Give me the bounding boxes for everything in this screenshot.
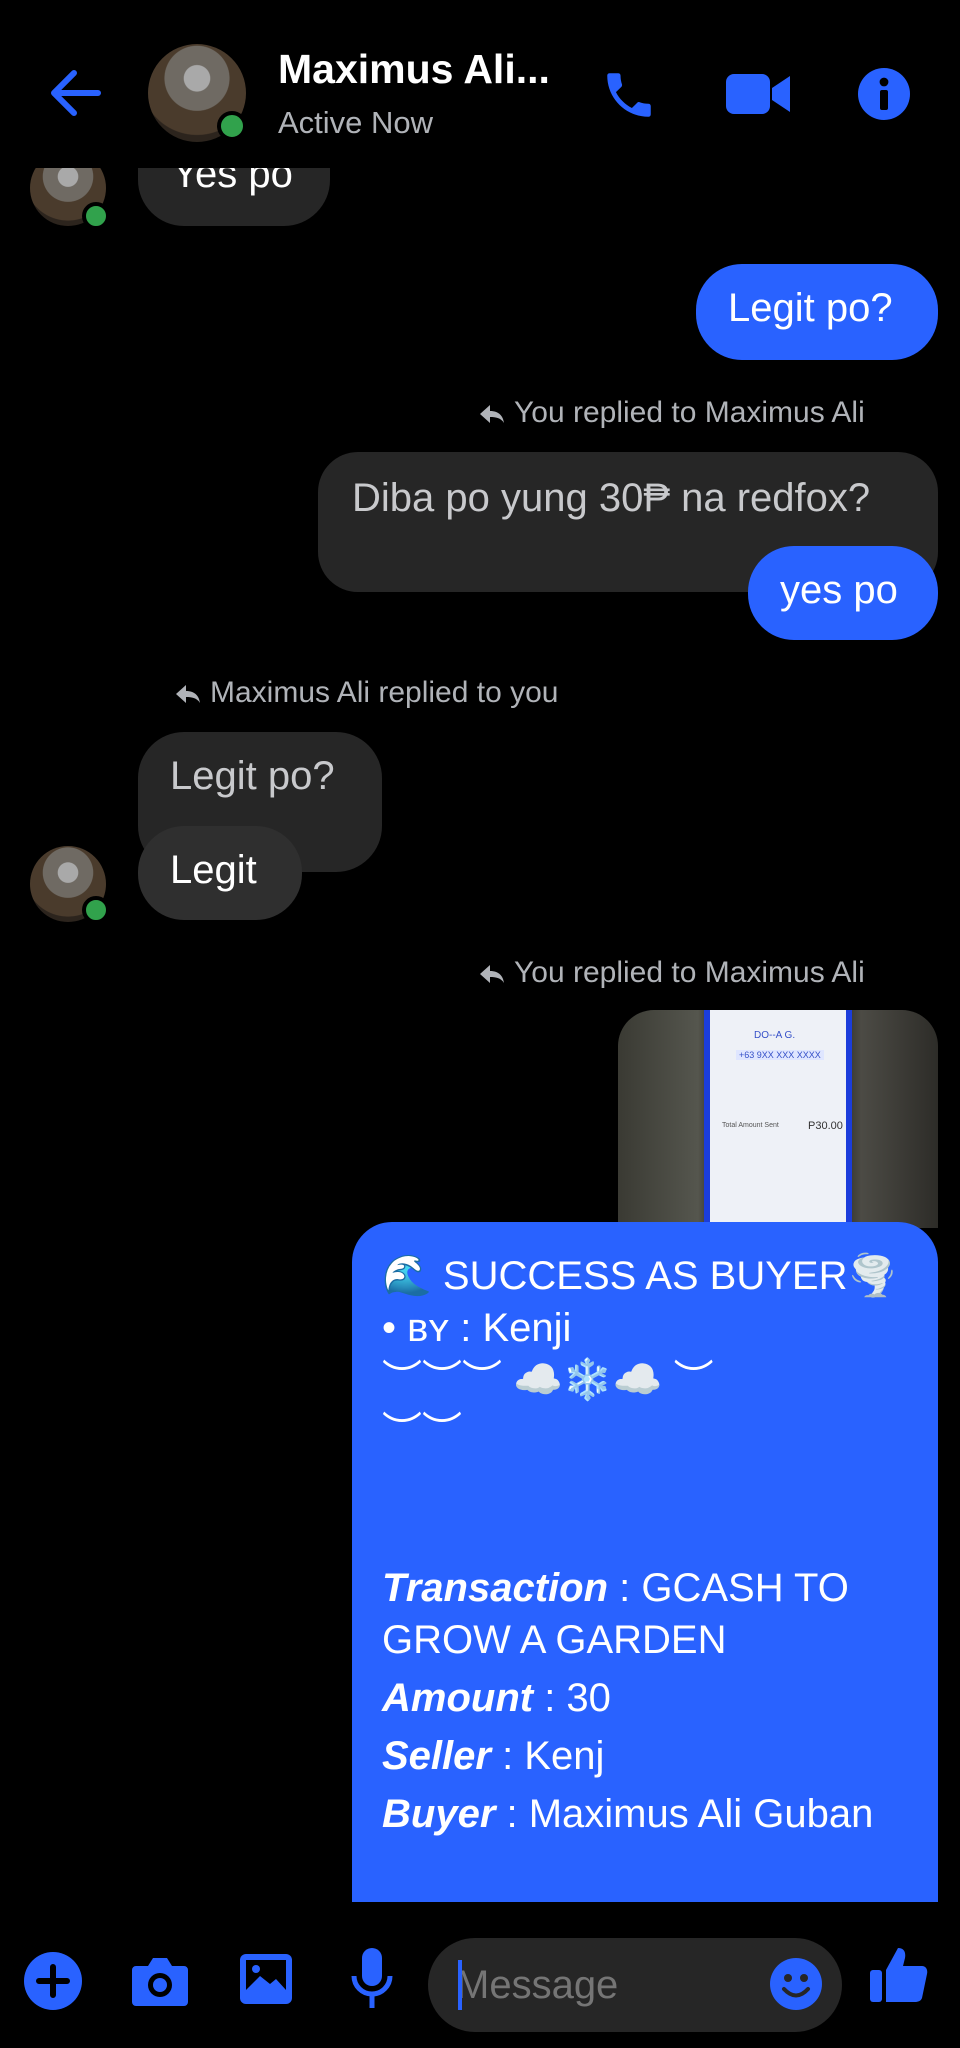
seller-value: : Kenj [490,1734,605,1778]
quoted-photo[interactable]: DO--A G. +63 9XX XXX XXXX Total Amount S… [618,1010,938,1228]
gallery-icon[interactable] [238,1952,294,2006]
card-decoration: ︶︶ [382,1410,462,1454]
plus-icon[interactable] [22,1950,84,2012]
card-by-prefix: • ʙʏ : [382,1306,483,1350]
online-indicator [82,202,110,230]
receipt-amount: P30.00 [808,1120,843,1132]
reply-arrow-icon [176,685,200,704]
receipt-name: DO--A G. [754,1030,796,1041]
receipt-number: +63 9XX XXX XXXX [736,1050,824,1060]
phone-call-icon[interactable] [600,66,658,124]
card-by-line: • ʙʏ : Kenji [382,1302,908,1354]
video-call-icon[interactable] [724,66,792,122]
reply-indicator: You replied to Maximus Ali [478,956,865,990]
amount-label: Amount [382,1676,534,1720]
transaction-label: Transaction [382,1566,608,1610]
buyer-value: : Maximus Ali Guban [495,1792,874,1836]
receipt-amount-label: Total Amount Sent [722,1122,779,1129]
contact-name[interactable]: Maximus Ali... [278,46,550,93]
card-seller: Seller : Kenj [382,1730,908,1782]
reply-indicator: You replied to Maximus Ali [478,396,865,430]
camera-icon[interactable] [130,1954,190,2008]
reply-indicator-text: You replied to Maximus Ali [514,396,865,429]
receipt-screenshot: DO--A G. +63 9XX XXX XXXX Total Amount S… [704,1010,852,1228]
reply-indicator: Maximus Ali replied to you [174,676,559,710]
card-heading: 🌊 SUCCESS AS BUYER🌪️ [382,1254,898,1298]
reply-arrow-icon [480,965,504,984]
online-indicator [217,111,247,141]
incoming-message[interactable]: Legit [138,826,302,920]
reply-indicator-text: Maximus Ali replied to you [210,676,559,709]
emoji-icon[interactable] [768,1956,824,2012]
back-arrow-icon[interactable] [48,68,102,118]
info-icon[interactable] [856,66,912,122]
buyer-label: Buyer [382,1792,496,1836]
like-thumb-icon[interactable] [868,1944,930,2006]
card-decoration: ︶︶︶ ☁️❄️☁️ ︶ [382,1358,714,1402]
online-indicator [82,896,110,924]
card-by-name: Kenji [482,1306,572,1350]
seller-label: Seller [382,1734,491,1778]
outgoing-message[interactable]: yes po [748,546,938,640]
microphone-icon[interactable] [348,1946,396,2012]
outgoing-message[interactable]: Legit po? [696,264,938,360]
card-buyer: Buyer : Maximus Ali Guban [382,1788,908,1840]
text-cursor [458,1960,462,2010]
success-buyer-message[interactable]: 🌊 SUCCESS AS BUYER🌪️ • ʙʏ : Kenji ︶︶︶ ☁️… [352,1222,938,1902]
reply-arrow-icon [480,405,504,424]
reply-indicator-text: You replied to Maximus Ali [514,956,865,989]
chat-header: Maximus Ali... Active Now [0,0,960,168]
card-transaction: Transaction : GCASH TO GROW A GARDEN [382,1562,908,1666]
active-status: Active Now [278,105,434,140]
amount-value: : 30 [533,1676,611,1720]
card-amount: Amount : 30 [382,1672,908,1724]
